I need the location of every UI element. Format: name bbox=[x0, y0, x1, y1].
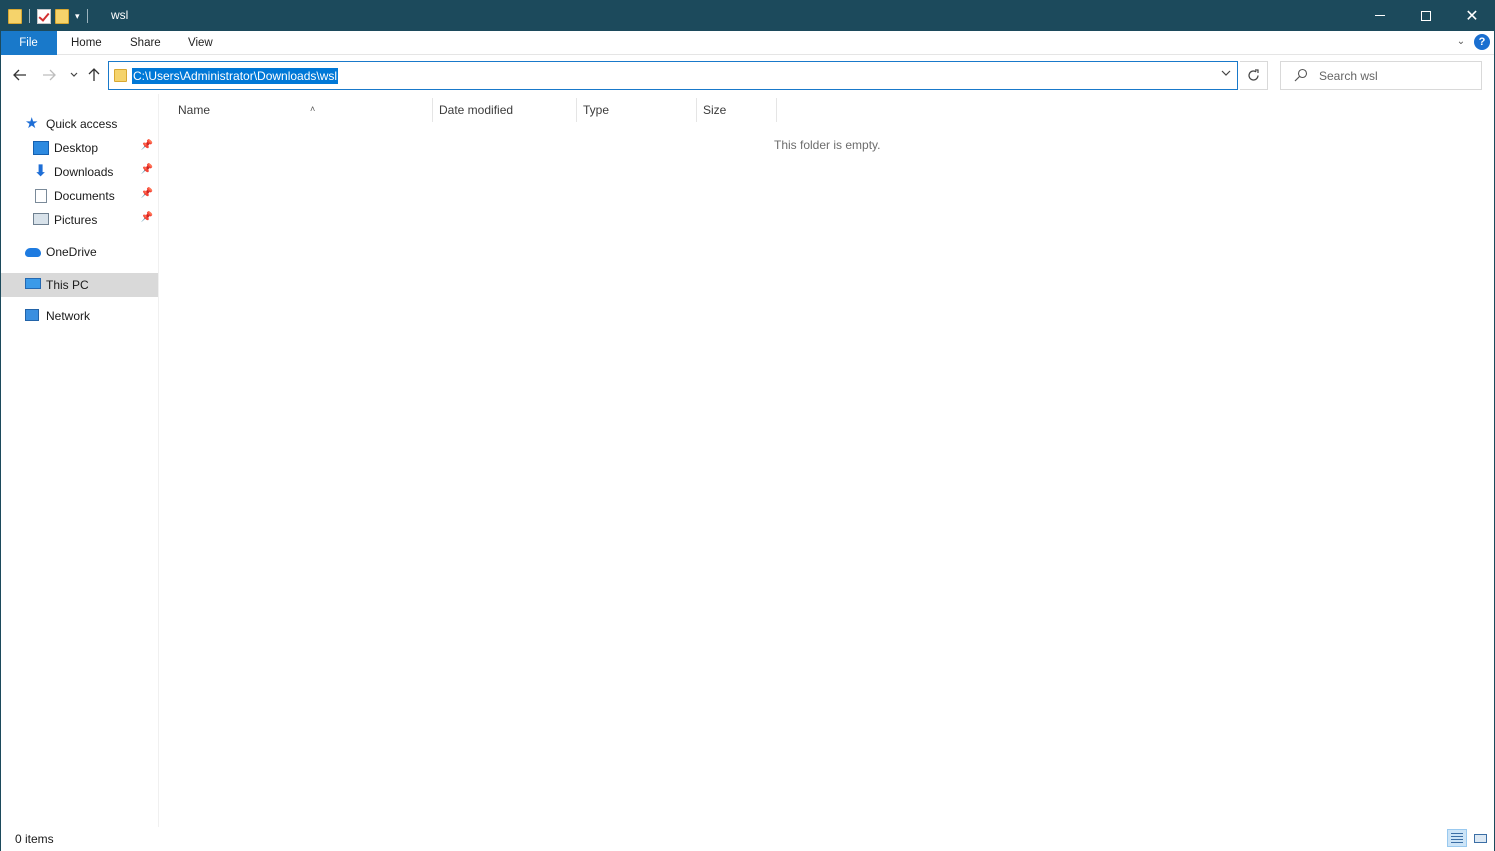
details-view-button[interactable] bbox=[1447, 829, 1467, 847]
recent-locations-button[interactable] bbox=[65, 66, 83, 84]
search-input[interactable] bbox=[1319, 69, 1469, 83]
window-title: wsl bbox=[111, 8, 129, 22]
tab-file[interactable]: File bbox=[0, 31, 57, 55]
up-button[interactable] bbox=[85, 66, 103, 84]
sidebar-item-desktop[interactable]: Desktop 📌 bbox=[0, 136, 158, 160]
column-header-label: Name bbox=[178, 103, 211, 117]
search-icon bbox=[1294, 68, 1308, 82]
sidebar-item-onedrive[interactable]: OneDrive bbox=[0, 240, 158, 264]
arrow-right-icon bbox=[43, 69, 56, 81]
refresh-icon bbox=[1248, 69, 1259, 81]
search-box[interactable] bbox=[1280, 61, 1482, 90]
close-button[interactable]: ✕ bbox=[1449, 0, 1495, 31]
column-header-size[interactable]: Size bbox=[697, 98, 777, 122]
maximize-icon bbox=[1421, 10, 1431, 21]
large-icons-view-button[interactable] bbox=[1470, 829, 1490, 847]
desktop-icon bbox=[33, 141, 49, 155]
sidebar-item-label: OneDrive bbox=[46, 245, 97, 259]
back-button[interactable] bbox=[11, 66, 29, 84]
quick-access-toolbar: ▾ bbox=[8, 6, 91, 26]
empty-folder-message: This folder is empty. bbox=[774, 138, 881, 152]
navigation-pane: ★ Quick access Desktop 📌 ⬇ Downloads 📌 D… bbox=[0, 94, 159, 827]
sidebar-item-label: Pictures bbox=[54, 213, 98, 227]
window-controls: ✕ bbox=[1357, 0, 1495, 31]
navigation-bar: C:\Users\Administrator\Downloads\wsl bbox=[0, 56, 1495, 94]
sidebar-item-label: Network bbox=[46, 309, 91, 323]
close-icon: ✕ bbox=[1465, 7, 1479, 25]
address-bar[interactable]: C:\Users\Administrator\Downloads\wsl bbox=[108, 61, 1238, 90]
column-header-type[interactable]: Type bbox=[577, 98, 697, 122]
customize-toolbar-dropdown-icon[interactable]: ▾ bbox=[75, 11, 80, 22]
column-header-date-modified[interactable]: Date modified bbox=[433, 98, 577, 122]
sidebar-item-network[interactable]: Network bbox=[0, 304, 158, 328]
sidebar-item-quick-access[interactable]: ★ Quick access bbox=[0, 112, 158, 136]
sidebar-item-this-pc[interactable]: This PC bbox=[0, 273, 158, 297]
sidebar-item-label: Desktop bbox=[54, 141, 99, 155]
column-header-label: Type bbox=[583, 103, 610, 117]
chevron-down-icon bbox=[1221, 70, 1231, 76]
expand-ribbon-chevron-icon[interactable]: ⌄ bbox=[1455, 36, 1467, 48]
file-list[interactable]: Name ˄ Date modified Type Size This fold… bbox=[160, 94, 1495, 827]
chevron-down-icon bbox=[70, 72, 78, 77]
maximize-button[interactable] bbox=[1403, 0, 1449, 31]
help-icon[interactable]: ? bbox=[1474, 34, 1490, 50]
item-count: 0 items bbox=[15, 832, 54, 846]
network-icon bbox=[25, 309, 39, 321]
sidebar-item-documents[interactable]: Documents 📌 bbox=[0, 184, 158, 208]
folder-icon bbox=[114, 69, 127, 82]
sidebar-item-label: This PC bbox=[46, 278, 89, 292]
sidebar-item-label: Documents bbox=[54, 189, 115, 203]
address-history-dropdown[interactable] bbox=[1221, 68, 1231, 79]
large-icons-view-icon bbox=[1473, 833, 1487, 843]
pictures-icon bbox=[33, 213, 49, 225]
properties-icon[interactable] bbox=[37, 8, 51, 24]
sidebar-item-downloads[interactable]: ⬇ Downloads 📌 bbox=[0, 160, 158, 184]
ribbon: File Home Share View ⌄ ? bbox=[0, 31, 1495, 55]
column-header-label: Size bbox=[703, 103, 727, 117]
tab-share[interactable]: Share bbox=[116, 31, 175, 55]
sidebar-item-label: Downloads bbox=[54, 165, 114, 179]
sidebar-item-label: Quick access bbox=[46, 117, 118, 131]
new-folder-icon[interactable] bbox=[55, 8, 69, 24]
tab-home[interactable]: Home bbox=[57, 31, 116, 55]
download-icon: ⬇ bbox=[34, 163, 48, 180]
arrow-up-icon bbox=[88, 68, 100, 81]
star-icon: ★ bbox=[25, 115, 39, 132]
pin-icon[interactable]: 📌 bbox=[141, 164, 153, 175]
refresh-button[interactable] bbox=[1240, 61, 1268, 90]
window-border bbox=[0, 31, 1, 851]
status-bar: 0 items bbox=[0, 827, 1495, 851]
computer-icon bbox=[25, 278, 41, 289]
folder-icon bbox=[8, 8, 22, 24]
sort-ascending-icon: ˄ bbox=[310, 104, 316, 114]
minimize-button[interactable] bbox=[1357, 0, 1403, 31]
toolbar-separator bbox=[86, 9, 88, 23]
arrow-left-icon bbox=[13, 69, 26, 81]
minimize-icon bbox=[1375, 15, 1385, 16]
details-view-icon bbox=[1451, 833, 1463, 843]
address-text[interactable]: C:\Users\Administrator\Downloads\wsl bbox=[132, 68, 339, 84]
cloud-icon bbox=[25, 248, 41, 257]
pin-icon[interactable]: 📌 bbox=[141, 188, 153, 199]
tab-view[interactable]: View bbox=[174, 31, 227, 55]
sidebar-item-pictures[interactable]: Pictures 📌 bbox=[0, 208, 158, 232]
toolbar-separator bbox=[29, 9, 30, 23]
column-header-label: Date modified bbox=[439, 103, 514, 117]
column-header-name[interactable]: Name ˄ bbox=[172, 98, 433, 122]
title-bar: ▾ wsl ✕ bbox=[0, 0, 1495, 31]
documents-icon bbox=[35, 189, 47, 203]
pin-icon[interactable]: 📌 bbox=[141, 212, 153, 223]
pin-icon[interactable]: 📌 bbox=[141, 140, 153, 151]
forward-button[interactable] bbox=[40, 66, 58, 84]
